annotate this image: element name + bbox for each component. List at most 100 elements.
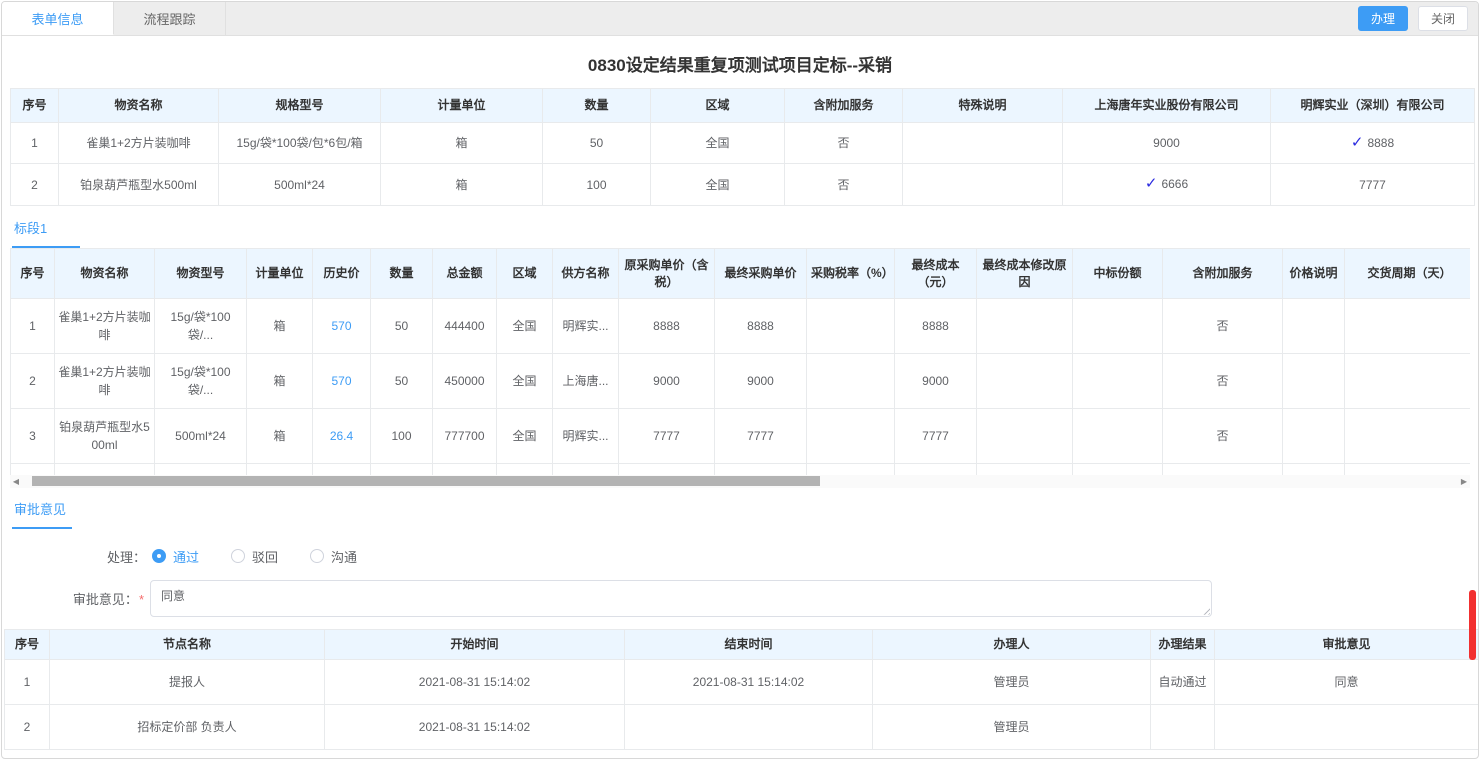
handle-radio-option-3[interactable]: 沟通 [310, 547, 357, 566]
history-price-link[interactable]: 570 [331, 319, 351, 333]
top-tab-bar: 表单信息 流程跟踪 办理 关闭 [2, 2, 1478, 36]
cell-text: 否 [837, 178, 849, 192]
table-cell: 否 [785, 122, 903, 164]
cell-text: 铂泉葫芦瓶型水500ml [59, 420, 150, 452]
table-cell: 9000 [895, 354, 977, 409]
scroll-left-arrow-icon[interactable]: ◀ [10, 475, 22, 488]
cell-text: 管理员 [993, 675, 1029, 689]
cell-text: 全国 [512, 429, 536, 443]
column-header: 历史价 [313, 248, 371, 299]
bid-section-tabs: 标段1 [10, 206, 1470, 248]
cell-text: 7777 [653, 429, 680, 443]
table-cell: 50 [543, 122, 651, 164]
table-cell [1283, 464, 1345, 475]
table-row: 1雀巢1+2方片装咖啡15g/袋*100袋/...箱57050444400全国明… [11, 299, 1471, 354]
cell-text: 8888 [1367, 136, 1394, 150]
table-cell [1215, 704, 1479, 749]
column-header: 物资名称 [55, 248, 155, 299]
history-price-link[interactable]: 26.4 [330, 429, 353, 443]
handle-radio-option-1[interactable]: 通过 [152, 547, 199, 566]
process-table: 序号节点名称开始时间结束时间办理人办理结果审批意见 1提报人2021-08-31… [4, 629, 1479, 750]
cell-text: 管理员 [993, 720, 1029, 734]
comment-label-text: 审批意见： [73, 592, 138, 607]
process-table-body: 1提报人2021-08-31 15:14:022021-08-31 15:14:… [5, 659, 1479, 749]
radio-option-label: 通过 [173, 547, 199, 566]
table-cell [625, 704, 873, 749]
history-price-link[interactable]: 570 [331, 374, 351, 388]
table-cell: 全国 [497, 299, 553, 354]
table-cell: 1 [5, 659, 50, 704]
table-cell: 明辉实... [553, 409, 619, 464]
bid-section-tab-1[interactable]: 标段1 [12, 218, 80, 248]
table-cell: 箱 [247, 464, 313, 475]
cell-text: 2 [29, 374, 36, 388]
cell-text: 15g/袋*100袋/包*6包/箱 [236, 136, 362, 150]
tab-process-tracking[interactable]: 流程跟踪 [114, 2, 226, 35]
approval-section-header: 审批意见 [10, 488, 1470, 529]
detail-table: 序号物资名称物资型号计量单位历史价数量总金额区域供方名称原采购单价（含税）最终采… [10, 248, 1470, 475]
table-cell: 箱 [381, 164, 543, 206]
radio-option-label: 驳回 [252, 547, 278, 566]
comment-textarea[interactable]: 同意 [150, 580, 1212, 617]
column-header: 办理结果 [1151, 629, 1215, 659]
table-cell: 铂泉葫芦瓶型水500ml [55, 409, 155, 464]
toolbar-actions: 办理 关闭 [1358, 2, 1478, 35]
cell-text: 2 [31, 178, 38, 192]
radio-selected-icon [152, 549, 166, 563]
table-cell [1345, 409, 1471, 464]
table-cell [903, 122, 1063, 164]
approval-section-tab: 审批意见 [12, 499, 72, 529]
table-cell: 2021-08-31 15:14:02 [325, 659, 625, 704]
cell-text: 雀巢1+2方片装咖啡 [58, 310, 150, 342]
table-cell: 9000 [715, 354, 807, 409]
cell-text: 1 [24, 675, 31, 689]
table-cell [1073, 354, 1163, 409]
column-header: 计量单位 [247, 248, 313, 299]
table-row: 2铂泉葫芦瓶型水500ml500ml*24箱100全国否✓66667777 [11, 164, 1475, 206]
table-row: 2招标定价部 负责人2021-08-31 15:14:02管理员 [5, 704, 1479, 749]
close-button[interactable]: 关闭 [1418, 6, 1468, 31]
column-header: 序号 [5, 629, 50, 659]
table-cell [1073, 299, 1163, 354]
table-cell: 2021-08-31 15:14:02 [325, 704, 625, 749]
cell-text: 100 [586, 178, 606, 192]
table-cell: 全国 [497, 409, 553, 464]
scroll-right-arrow-icon[interactable]: ▶ [1458, 475, 1470, 488]
table-cell: 9000 [1063, 122, 1271, 164]
table-cell: 666600 [433, 464, 497, 475]
handle-radio-option-2[interactable]: 驳回 [231, 547, 278, 566]
table-cell: 否 [1163, 409, 1283, 464]
handle-button[interactable]: 办理 [1358, 6, 1408, 31]
table-row: 2雀巢1+2方片装咖啡15g/袋*100袋/...箱57050450000全国上… [11, 354, 1471, 409]
table-cell: 2 [11, 164, 59, 206]
column-header: 结束时间 [625, 629, 873, 659]
table-cell: 450000 [433, 354, 497, 409]
table-cell: 7777 [1271, 164, 1475, 206]
required-asterisk: * [139, 592, 144, 607]
table-cell: 7777 [895, 409, 977, 464]
column-header: 原采购单价（含税） [619, 248, 715, 299]
cell-text: 招标定价部 负责人 [137, 720, 236, 734]
tab-form-info[interactable]: 表单信息 [2, 2, 114, 35]
column-header: 交货周期（天） [1345, 248, 1471, 299]
table-cell: 铂泉葫芦瓶型水500ml [59, 164, 219, 206]
horizontal-scrollbar[interactable]: ◀ ▶ [10, 475, 1470, 488]
column-header: 序号 [11, 89, 59, 123]
table-cell: 50 [371, 299, 433, 354]
vertical-scrollbar[interactable] [1469, 590, 1476, 660]
column-header: 节点名称 [50, 629, 325, 659]
table-cell: 否 [1163, 464, 1283, 475]
table-cell [1073, 464, 1163, 475]
cell-text: 3 [29, 429, 36, 443]
cell-text: 上海唐... [562, 374, 608, 388]
cell-text: 6666 [1161, 177, 1188, 191]
cell-text: 7777 [922, 429, 949, 443]
table-row: 1提报人2021-08-31 15:14:022021-08-31 15:14:… [5, 659, 1479, 704]
horizontal-scrollbar-thumb[interactable] [32, 476, 820, 486]
table-cell: 全国 [497, 464, 553, 475]
table-cell: 15g/袋*100袋/... [155, 299, 247, 354]
table-cell: 雀巢1+2方片装咖啡 [59, 122, 219, 164]
cell-text: 7777 [747, 429, 774, 443]
table-cell: 管理员 [873, 659, 1151, 704]
column-header: 价格说明 [1283, 248, 1345, 299]
